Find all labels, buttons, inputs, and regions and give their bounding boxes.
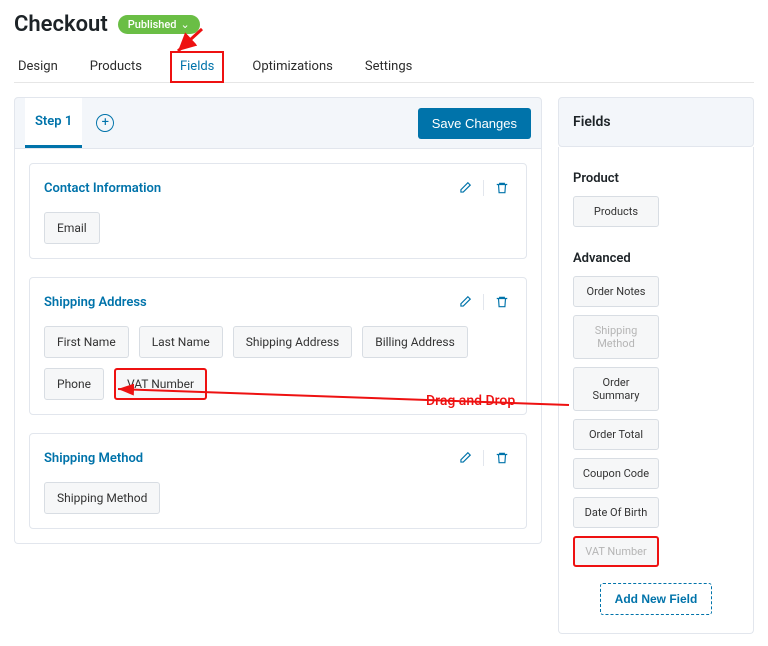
trash-icon[interactable] [492, 178, 512, 198]
avail-chip-coupon-code[interactable]: Coupon Code [573, 458, 659, 489]
avail-chip-order-total[interactable]: Order Total [573, 419, 659, 450]
tab-design[interactable]: Design [14, 51, 62, 82]
trash-icon[interactable] [492, 448, 512, 468]
avail-chip-order-summary[interactable]: Order Summary [573, 367, 659, 411]
section-title: Shipping Address [44, 295, 147, 310]
add-step-button[interactable]: + [96, 114, 114, 132]
edit-icon[interactable] [455, 448, 475, 468]
section-shipping-address: Shipping Address First Name Last Name Sh… [29, 277, 527, 415]
page-title: Checkout [14, 12, 108, 37]
edit-icon[interactable] [455, 292, 475, 312]
status-badge-label: Published [128, 18, 177, 31]
field-chip-first-name[interactable]: First Name [44, 326, 129, 358]
step-tab-1[interactable]: Step 1 [25, 98, 82, 148]
field-chip-billing-address[interactable]: Billing Address [362, 326, 468, 358]
tab-settings[interactable]: Settings [361, 51, 416, 82]
section-contact-information: Contact Information Email [29, 163, 527, 259]
avail-chip-vat-number[interactable]: VAT Number [573, 536, 659, 567]
field-chip-vat-number[interactable]: VAT Number [114, 368, 207, 400]
field-chip-email[interactable]: Email [44, 212, 100, 244]
add-new-field-button[interactable]: Add New Field [600, 583, 713, 615]
divider [483, 294, 484, 310]
layout: Step 1 + Save Changes Contact Informatio… [14, 97, 754, 634]
status-badge[interactable]: Published ⌄ [118, 15, 200, 34]
group-label-product: Product [573, 171, 739, 186]
sections: Contact Information Email Shipping Addre… [14, 149, 542, 544]
tab-optimizations[interactable]: Optimizations [248, 51, 336, 82]
avail-chip-products[interactable]: Products [573, 196, 659, 227]
tab-fields[interactable]: Fields [170, 51, 224, 83]
field-chip-shipping-address[interactable]: Shipping Address [233, 326, 352, 358]
avail-chip-order-notes[interactable]: Order Notes [573, 276, 659, 307]
field-chip-shipping-method[interactable]: Shipping Method [44, 482, 160, 514]
field-chip-phone[interactable]: Phone [44, 368, 104, 400]
section-title: Shipping Method [44, 451, 143, 466]
chevron-down-icon: ⌄ [181, 18, 190, 31]
divider [483, 450, 484, 466]
save-button[interactable]: Save Changes [418, 108, 531, 139]
avail-chip-shipping-method[interactable]: Shipping Method [573, 315, 659, 359]
edit-icon[interactable] [455, 178, 475, 198]
section-shipping-method: Shipping Method Shipping Method [29, 433, 527, 529]
tab-products[interactable]: Products [86, 51, 146, 82]
divider [483, 180, 484, 196]
panel-title: Fields [558, 97, 754, 147]
field-chip-last-name[interactable]: Last Name [139, 326, 223, 358]
trash-icon[interactable] [492, 292, 512, 312]
section-title: Contact Information [44, 181, 161, 196]
panel-body: Product Products Advanced Order Notes Sh… [558, 147, 754, 634]
group-label-advanced: Advanced [573, 251, 739, 266]
steps-bar: Step 1 + Save Changes [14, 97, 542, 149]
tabs: Design Products Fields Optimizations Set… [14, 51, 754, 83]
